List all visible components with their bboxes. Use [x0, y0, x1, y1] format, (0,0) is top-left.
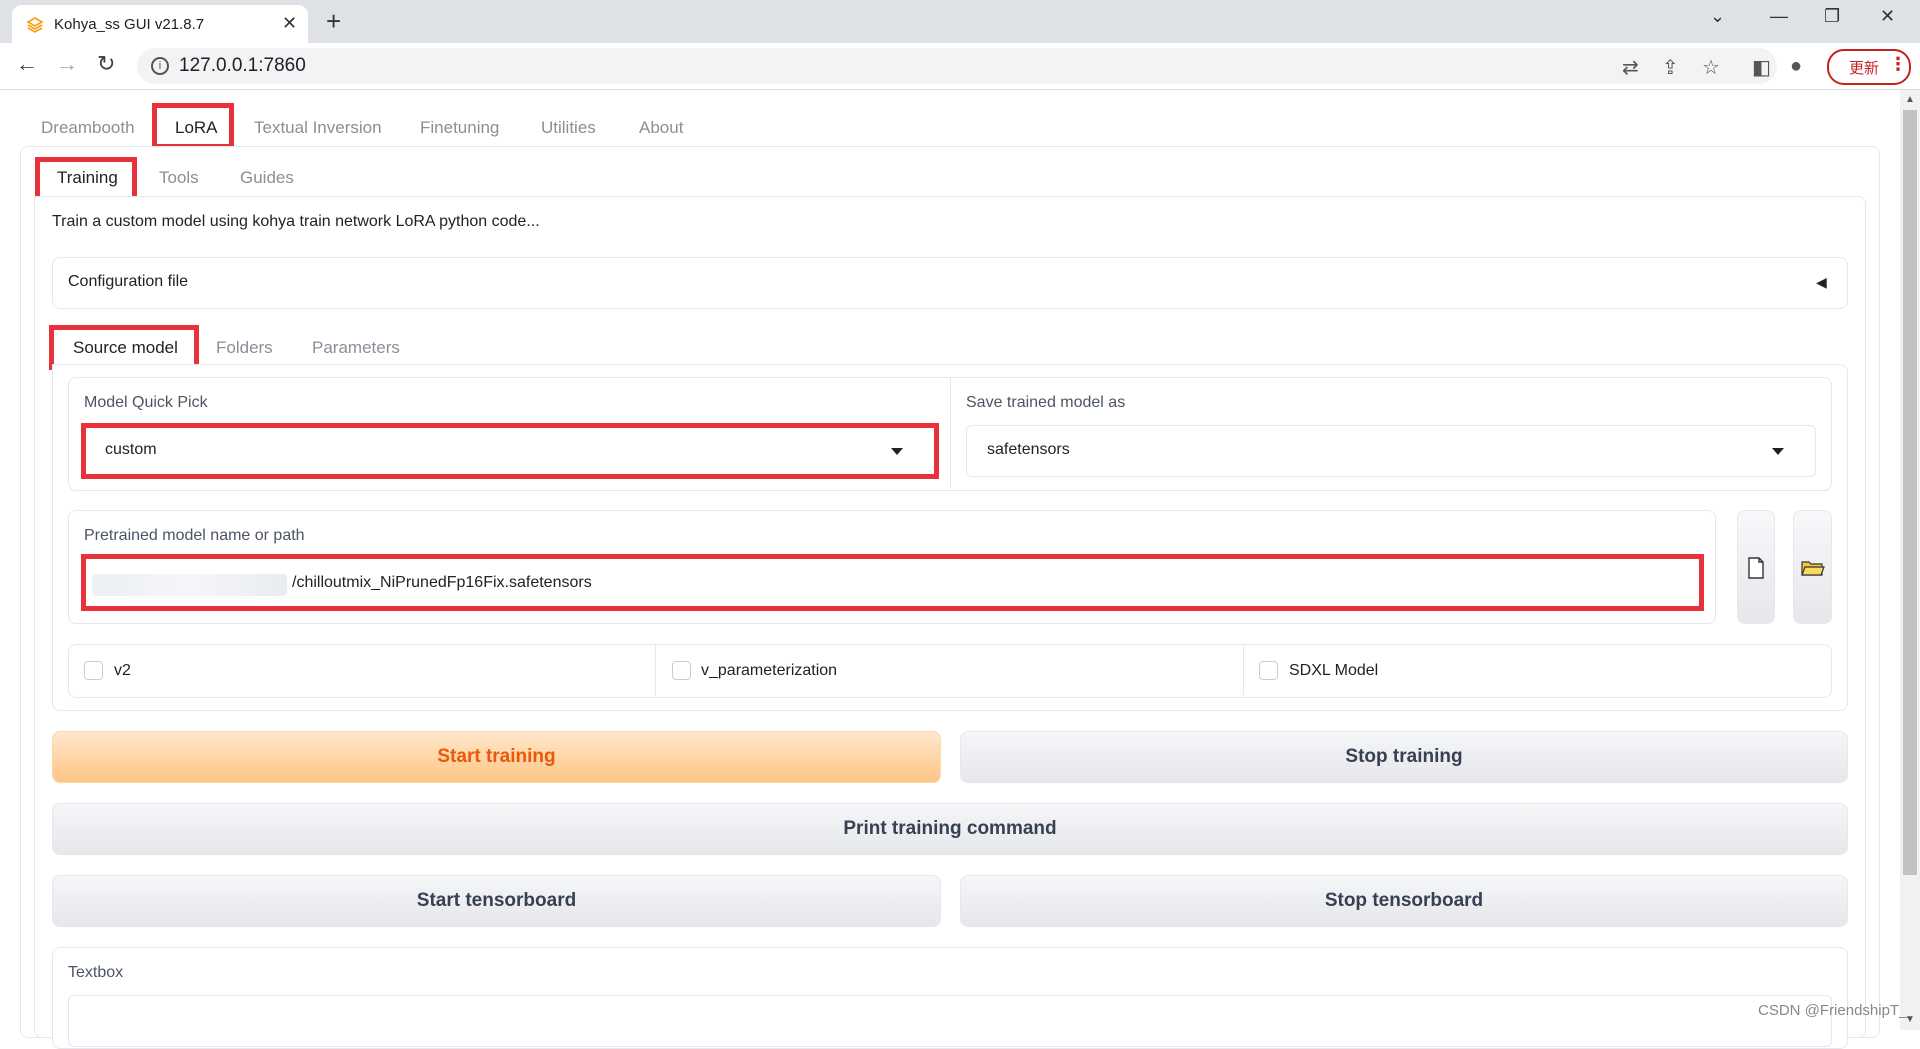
- tab-finetuning[interactable]: Finetuning: [420, 118, 499, 138]
- tab-dreambooth[interactable]: Dreambooth: [41, 118, 135, 138]
- reload-icon[interactable]: ↻: [97, 51, 115, 77]
- folder-icon: [1801, 561, 1825, 576]
- highlight-pretrained-path: [81, 554, 1704, 611]
- address-url[interactable]: 127.0.0.1:7860: [179, 55, 306, 77]
- textbox-input[interactable]: [68, 995, 1832, 1047]
- update-label: 更新: [1849, 60, 1880, 77]
- column-divider: [655, 645, 656, 695]
- page-scrollbar[interactable]: ▲ ▼: [1900, 90, 1920, 1030]
- scroll-up-icon[interactable]: ▲: [1905, 94, 1915, 105]
- pretrained-model-label: Pretrained model name or path: [84, 527, 305, 544]
- update-button[interactable]: 更新 ⋮: [1827, 49, 1911, 85]
- side-panel-icon[interactable]: ◧: [1752, 55, 1771, 80]
- forward-icon[interactable]: →: [56, 51, 78, 77]
- collapse-triangle-icon[interactable]: ◀: [1816, 274, 1827, 291]
- v-parameterization-checkbox[interactable]: [672, 661, 691, 680]
- sdxl-model-label: SDXL Model: [1289, 662, 1379, 679]
- model-flags-row: [68, 644, 1832, 698]
- translate-icon[interactable]: ⇄: [1622, 55, 1639, 80]
- sdxl-model-checkbox[interactable]: [1259, 661, 1278, 680]
- minimize-icon[interactable]: —: [1770, 6, 1788, 27]
- tab-parameters[interactable]: Parameters: [312, 338, 400, 358]
- training-description: Train a custom model using kohya train n…: [52, 213, 540, 230]
- tab-guides[interactable]: Guides: [240, 168, 294, 188]
- tab-search-chevron-icon[interactable]: ⌄: [1710, 6, 1725, 27]
- tab-training[interactable]: Training: [57, 168, 118, 188]
- restore-icon[interactable]: ❐: [1824, 6, 1840, 27]
- open-file-button[interactable]: [1737, 510, 1775, 624]
- tab-tools[interactable]: Tools: [159, 168, 199, 188]
- tab-about[interactable]: About: [639, 118, 683, 138]
- tab-folders[interactable]: Folders: [216, 338, 273, 358]
- save-model-as-label: Save trained model as: [966, 394, 1126, 411]
- textbox-label: Textbox: [68, 964, 124, 981]
- configuration-file-accordion[interactable]: Configuration file ◀: [52, 257, 1848, 309]
- bookmark-star-icon[interactable]: ☆: [1702, 55, 1720, 80]
- start-training-button[interactable]: Start training: [52, 731, 941, 783]
- watermark: CSDN @FriendshipT_: [1758, 1002, 1908, 1019]
- model-quick-pick-label: Model Quick Pick: [84, 394, 208, 411]
- configuration-file-label: Configuration file: [68, 273, 189, 290]
- stop-training-button[interactable]: Stop training: [960, 731, 1848, 783]
- browser-toolbar: ← → ↻ i 127.0.0.1:7860 ⇄ ⇪ ☆ ◧ ● 更新 ⋮: [0, 43, 1920, 90]
- profile-avatar-icon[interactable]: ●: [1790, 55, 1802, 78]
- close-tab-icon[interactable]: ✕: [282, 13, 297, 34]
- browser-tab-title: Kohya_ss GUI v21.8.7: [54, 16, 205, 33]
- window-close-icon[interactable]: ✕: [1880, 6, 1895, 27]
- browser-tab[interactable]: Kohya_ss GUI v21.8.7 ✕: [12, 5, 308, 43]
- save-model-as-value: safetensors: [987, 441, 1070, 458]
- tab-textual-inversion[interactable]: Textual Inversion: [254, 118, 382, 138]
- app-favicon-icon: [26, 17, 44, 33]
- back-icon[interactable]: ←: [16, 51, 38, 77]
- v2-checkbox[interactable]: [84, 661, 103, 680]
- open-folder-button[interactable]: [1793, 510, 1832, 624]
- v-parameterization-label: v_parameterization: [701, 662, 838, 679]
- start-tensorboard-button[interactable]: Start tensorboard: [52, 875, 941, 927]
- new-tab-icon[interactable]: +: [326, 6, 341, 37]
- dropdown-caret-icon: [1772, 448, 1784, 455]
- tab-utilities[interactable]: Utilities: [541, 118, 596, 138]
- share-icon[interactable]: ⇪: [1662, 55, 1679, 80]
- menu-dots-icon[interactable]: ⋮: [1889, 54, 1907, 75]
- browser-tab-bar: Kohya_ss GUI v21.8.7 ✕ + ⌄ — ❐ ✕: [0, 0, 1920, 43]
- tab-source-model[interactable]: Source model: [73, 338, 178, 358]
- save-model-as-dropdown[interactable]: safetensors: [966, 425, 1816, 477]
- address-bar[interactable]: i 127.0.0.1:7860: [137, 48, 1777, 84]
- column-divider: [950, 378, 951, 488]
- v2-label: v2: [114, 662, 131, 679]
- site-info-icon[interactable]: i: [151, 57, 169, 75]
- print-training-command-button[interactable]: Print training command: [52, 803, 1848, 855]
- column-divider: [1243, 645, 1244, 695]
- stop-tensorboard-button[interactable]: Stop tensorboard: [960, 875, 1848, 927]
- file-icon: [1748, 557, 1764, 579]
- highlight-model-quick-pick: [81, 423, 939, 479]
- tab-lora[interactable]: LoRA: [175, 118, 218, 138]
- scrollbar-thumb[interactable]: [1903, 110, 1917, 875]
